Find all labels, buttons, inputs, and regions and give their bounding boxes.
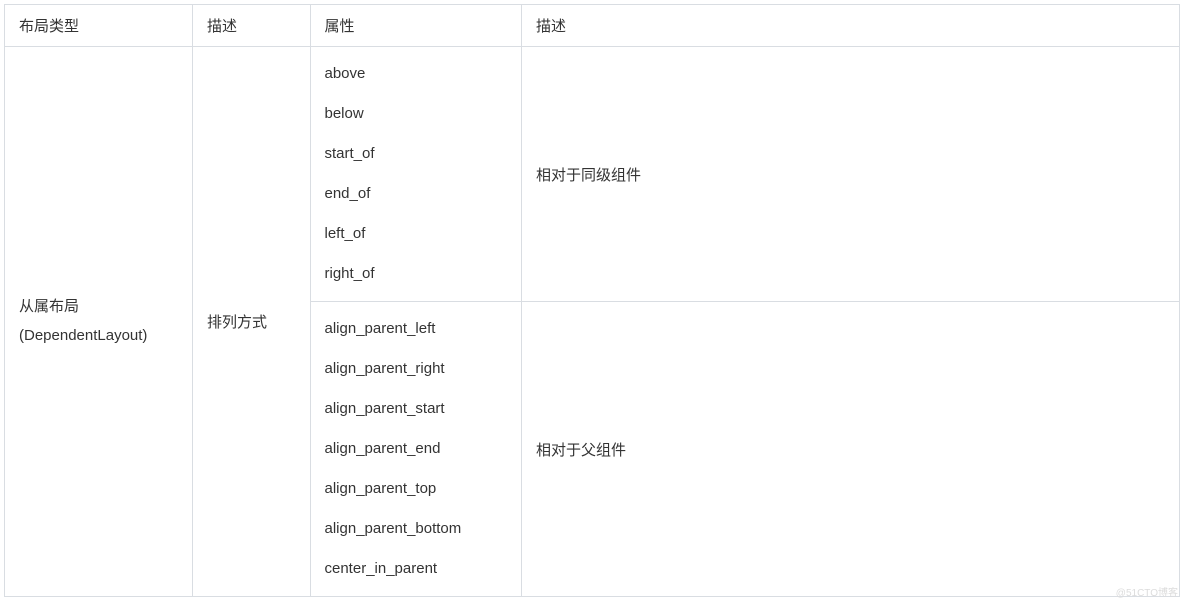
attr-item: start_of [325, 145, 508, 163]
attr-item: align_parent_start [325, 400, 508, 418]
header-layout-type: 布局类型 [5, 5, 193, 47]
cell-arrangement: 排列方式 [193, 47, 311, 597]
cell-desc-group1: 相对于父组件 [522, 302, 1180, 597]
attr-item: align_parent_right [325, 360, 508, 378]
layout-type-line1: 从属布局 [19, 293, 178, 322]
header-desc1: 描述 [193, 5, 311, 47]
cell-layout-type: 从属布局 (DependentLayout) [5, 47, 193, 597]
attr-item: left_of [325, 225, 508, 243]
attr-item: align_parent_bottom [325, 520, 508, 538]
attr-item: align_parent_top [325, 480, 508, 498]
attr-item: align_parent_end [325, 440, 508, 458]
header-attr: 属性 [310, 5, 522, 47]
attr-item: end_of [325, 185, 508, 203]
attr-item: right_of [325, 265, 508, 283]
cell-attrs-group1: align_parent_left align_parent_right ali… [310, 302, 522, 597]
attr-item: align_parent_left [325, 320, 508, 338]
table-row: 从属布局 (DependentLayout) 排列方式 above below … [5, 47, 1180, 302]
attr-item: below [325, 105, 508, 123]
attr-item: center_in_parent [325, 560, 508, 578]
cell-desc-group0: 相对于同级组件 [522, 47, 1180, 302]
layout-type-line2: (DependentLayout) [19, 322, 178, 351]
attr-item: above [325, 65, 508, 83]
cell-attrs-group0: above below start_of end_of left_of righ… [310, 47, 522, 302]
layout-table: 布局类型 描述 属性 描述 从属布局 (DependentLayout) 排列方… [4, 4, 1180, 597]
header-desc2: 描述 [522, 5, 1180, 47]
table-header-row: 布局类型 描述 属性 描述 [5, 5, 1180, 47]
